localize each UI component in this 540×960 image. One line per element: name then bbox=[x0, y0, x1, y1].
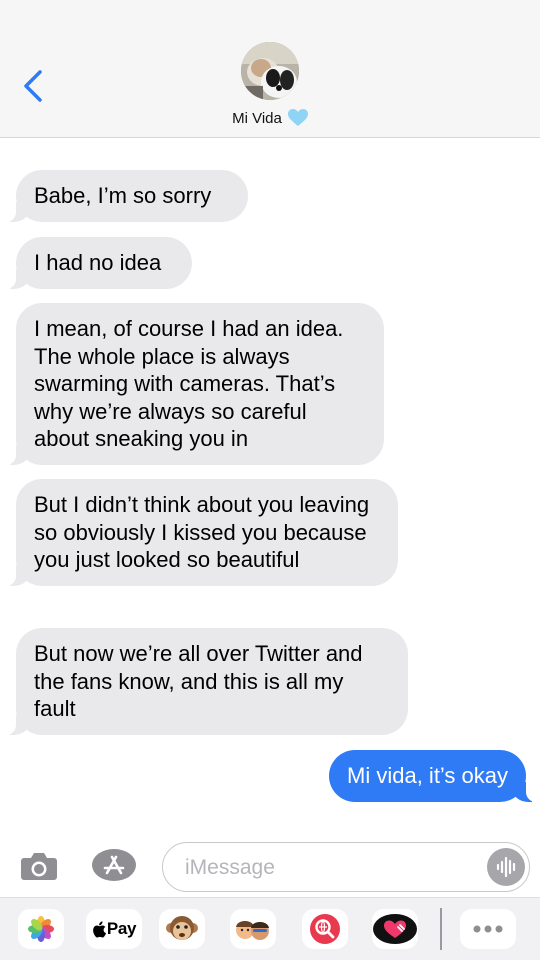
message-thread[interactable]: Babe, I’m so sorry I had no idea I mean,… bbox=[0, 139, 540, 835]
avatar-photo bbox=[241, 42, 299, 100]
message-text: I had no idea bbox=[34, 250, 162, 275]
contact-avatar[interactable] bbox=[241, 42, 299, 100]
apple-pay-button[interactable]: Pay bbox=[86, 909, 142, 949]
apple-pay-label: Pay bbox=[106, 919, 137, 938]
conversation-header: Mi Vida bbox=[0, 0, 540, 138]
message-text: Mi vida, it’s okay bbox=[347, 763, 508, 788]
app-drawer: Pay bbox=[0, 897, 540, 960]
drawer-divider bbox=[440, 908, 442, 950]
waveform-icon bbox=[496, 856, 516, 878]
photos-app-button[interactable] bbox=[18, 909, 64, 949]
contact-name-row[interactable]: Mi Vida bbox=[0, 109, 540, 131]
web-search-icon bbox=[310, 914, 340, 944]
digital-touch-icon bbox=[373, 914, 417, 944]
message-text: But I didn’t think about you leaving so … bbox=[34, 492, 370, 572]
apple-logo-icon bbox=[92, 920, 106, 938]
incoming-message[interactable]: I mean, of course I had an idea. The who… bbox=[6, 303, 384, 465]
digital-touch-button[interactable] bbox=[372, 909, 418, 949]
chevron-left-icon bbox=[24, 70, 42, 102]
back-button[interactable] bbox=[18, 68, 50, 104]
compose-bar bbox=[0, 835, 540, 897]
more-apps-icon bbox=[473, 925, 503, 933]
animoji-button[interactable] bbox=[159, 909, 205, 949]
more-apps-button[interactable] bbox=[460, 909, 516, 949]
memoji-stickers-icon bbox=[236, 921, 269, 940]
camera-button[interactable] bbox=[20, 851, 58, 881]
audio-message-button[interactable] bbox=[487, 848, 525, 886]
message-text: Babe, I’m so sorry bbox=[34, 183, 212, 208]
contact-name: Mi Vida bbox=[232, 110, 282, 127]
outgoing-message[interactable]: Mi vida, it’s okay bbox=[329, 750, 536, 802]
app-store-icon bbox=[92, 849, 136, 881]
app-store-button[interactable] bbox=[91, 848, 137, 882]
memoji-stickers-button[interactable] bbox=[230, 909, 276, 949]
incoming-message[interactable]: But I didn’t think about you leaving so … bbox=[6, 479, 398, 586]
web-images-button[interactable] bbox=[302, 909, 348, 949]
light-blue-heart-icon bbox=[287, 109, 308, 131]
photos-icon bbox=[28, 916, 54, 942]
camera-icon bbox=[21, 853, 57, 880]
incoming-message[interactable]: But now we’re all over Twitter and the f… bbox=[6, 628, 408, 735]
message-input[interactable] bbox=[185, 853, 475, 883]
message-field bbox=[162, 842, 530, 892]
monkey-animoji-icon bbox=[166, 916, 198, 940]
message-text: But now we’re all over Twitter and the f… bbox=[34, 641, 363, 721]
incoming-message[interactable]: Babe, I’m so sorry bbox=[6, 170, 248, 222]
incoming-message[interactable]: I had no idea bbox=[6, 237, 192, 289]
message-text: I mean, of course I had an idea. The who… bbox=[34, 316, 344, 451]
